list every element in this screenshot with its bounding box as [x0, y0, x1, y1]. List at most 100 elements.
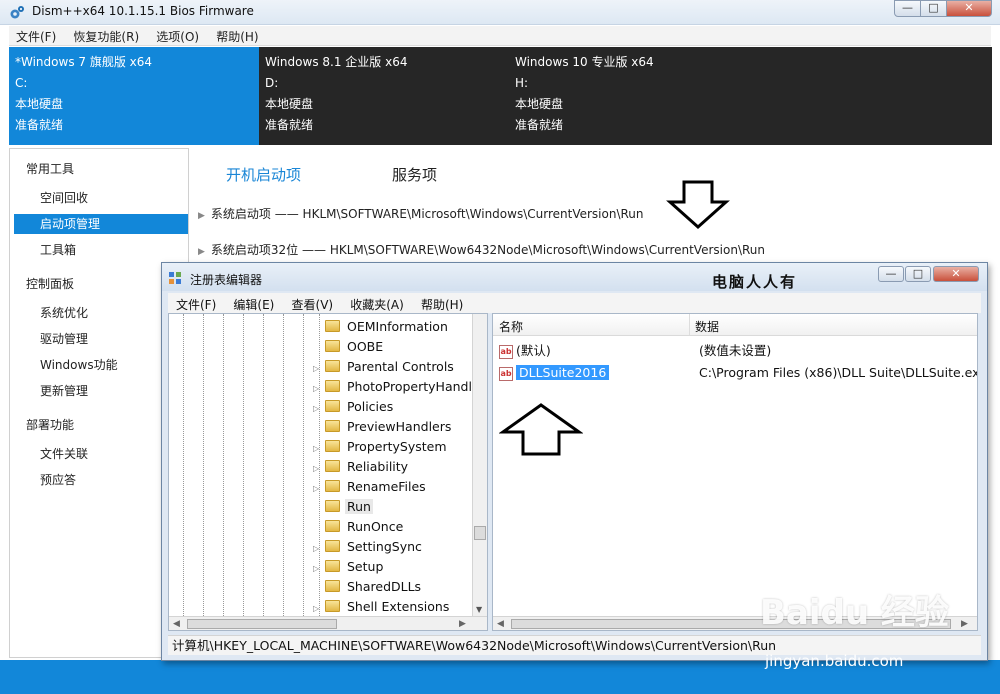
sidebar-item-toolbox[interactable]: 工具箱	[14, 240, 188, 260]
column-data[interactable]: 数据	[695, 318, 719, 335]
regedit-minimize-button[interactable]: —	[878, 266, 904, 282]
tree-horizontal-scrollbar[interactable]: ◀ ▶	[169, 616, 487, 630]
expand-icon[interactable]: ▷	[313, 439, 323, 459]
folder-icon	[325, 600, 340, 612]
os-entry-win10[interactable]: Windows 10 专业版 x64 H: 本地硬盘 准备就绪	[509, 47, 759, 145]
scroll-right-icon[interactable]: ▶	[459, 619, 466, 629]
expand-icon: ▶	[198, 247, 205, 257]
sidebar-item-space-cleanup[interactable]: 空间回收	[14, 188, 188, 208]
watermark-text: 电脑人人有	[712, 273, 798, 291]
expand-icon[interactable]: ▷	[313, 459, 323, 479]
os-drive: C:	[15, 76, 28, 90]
expand-icon[interactable]: ▷	[313, 399, 323, 419]
tree-node[interactable]: ▷ Shell Extensions	[313, 597, 451, 617]
tree-node-label: Parental Controls	[347, 359, 454, 374]
expand-icon[interactable]: ▷	[313, 539, 323, 559]
scroll-thumb[interactable]	[187, 619, 337, 629]
values-header: 名称 数据	[493, 314, 977, 336]
os-drive: H:	[515, 76, 529, 90]
os-drive: D:	[265, 76, 279, 90]
tree-node-label: PreviewHandlers	[347, 419, 452, 434]
os-name: Windows 10 专业版 x64	[515, 55, 654, 69]
tree-node-label: PhotoPropertyHandle	[347, 379, 480, 394]
menu-file[interactable]: 文件(F)	[9, 26, 62, 45]
scroll-right-icon[interactable]: ▶	[961, 619, 968, 629]
tree-node[interactable]: ▷ SettingSync	[313, 537, 424, 557]
folder-icon	[325, 560, 340, 572]
folder-icon	[325, 400, 340, 412]
value-row-selected[interactable]: ab DLLSuite2016	[499, 363, 611, 383]
tree-node-label: OOBE	[347, 339, 384, 354]
os-disk: 本地硬盘	[265, 97, 314, 111]
menu-restore[interactable]: 恢复功能(R)	[66, 26, 145, 45]
column-divider[interactable]	[689, 314, 690, 335]
folder-icon	[325, 540, 340, 552]
tree-guide	[183, 314, 184, 630]
tree-node[interactable]: ▷ RenameFiles	[313, 477, 428, 497]
regedit-menu-favorites[interactable]: 收藏夹(A)	[342, 293, 409, 313]
minimize-button[interactable]: —	[894, 0, 921, 17]
regedit-maximize-button[interactable]: □	[905, 266, 931, 282]
value-data: C:\Program Files (x86)\DLL Suite\DLLSuit…	[699, 365, 978, 380]
regedit-menu-file[interactable]: 文件(F)	[168, 293, 221, 313]
tree-node[interactable]: ▷ Policies	[313, 397, 395, 417]
run-entry[interactable]: ▶ 系统启动项 —— HKLM\SOFTWARE\Microsoft\Window…	[198, 205, 644, 222]
tree-node[interactable]: PreviewHandlers	[313, 417, 453, 437]
menu-help[interactable]: 帮助(H)	[209, 26, 264, 45]
regedit-menu-help[interactable]: 帮助(H)	[413, 293, 468, 313]
tree-node[interactable]: ▷ PhotoPropertyHandle	[313, 377, 482, 397]
os-entry-win81[interactable]: Windows 8.1 企业版 x64 D: 本地硬盘 准备就绪	[259, 47, 509, 145]
gears-icon	[10, 6, 24, 19]
expand-icon[interactable]: ▷	[313, 359, 323, 379]
tree-node-selected[interactable]: Run	[313, 497, 373, 517]
tree-node[interactable]: ▷ Setup	[313, 557, 385, 577]
tree-node[interactable]: RunOnce	[313, 517, 405, 537]
folder-icon	[325, 480, 340, 492]
regedit-menu-edit[interactable]: 编辑(E)	[225, 293, 279, 313]
scroll-left-icon[interactable]: ◀	[497, 619, 504, 629]
tree-guide	[283, 314, 284, 630]
tree-node[interactable]: SharedDLLs	[313, 577, 423, 597]
expand-icon[interactable]: ▷	[313, 559, 323, 579]
scroll-left-icon[interactable]: ◀	[173, 619, 180, 629]
folder-icon	[325, 440, 340, 452]
sidebar-group-common: 常用工具	[26, 162, 75, 176]
os-entry-win7[interactable]: *Windows 7 旗舰版 x64 C: 本地硬盘 准备就绪	[9, 47, 259, 145]
expand-icon: ▶	[198, 211, 205, 221]
run-entry[interactable]: ▶ 系统启动项32位 —— HKLM\SOFTWARE\Wow6432Node\M…	[198, 241, 765, 258]
tree-node[interactable]: OEMInformation	[313, 317, 450, 337]
tree-guide	[223, 314, 224, 630]
expand-icon[interactable]: ▷	[313, 479, 323, 499]
tree-node-label: PropertySystem	[347, 439, 447, 454]
regedit-close-button[interactable]: ✕	[933, 266, 979, 282]
tree-node[interactable]: ▷ Parental Controls	[313, 357, 456, 377]
scroll-thumb[interactable]	[474, 526, 486, 540]
regedit-menu-bar: 文件(F) 编辑(E) 查看(V) 收藏夹(A) 帮助(H)	[168, 293, 981, 313]
scroll-down-icon[interactable]: ▼	[476, 605, 482, 614]
run-entry-label: 系统启动项32位 —— HKLM\SOFTWARE\Wow6432Node\Mi…	[210, 243, 765, 257]
menu-options[interactable]: 选项(O)	[149, 26, 205, 45]
tree-node[interactable]: OOBE	[313, 337, 385, 357]
expand-icon[interactable]: ▷	[313, 379, 323, 399]
os-status: 准备就绪	[15, 118, 64, 132]
folder-icon	[325, 420, 340, 432]
value-row[interactable]: ab (默认)	[499, 341, 551, 361]
regedit-titlebar: 注册表编辑器 电脑人人有 — □ ✕	[162, 263, 987, 291]
tree-node[interactable]: ▷ Reliability	[313, 457, 410, 477]
folder-icon	[325, 460, 340, 472]
run-entry-label: 系统启动项 —— HKLM\SOFTWARE\Microsoft\Windows…	[210, 207, 644, 221]
string-value-icon: ab	[499, 366, 513, 381]
tab-startup[interactable]: 开机启动项	[226, 164, 301, 185]
column-name[interactable]: 名称	[499, 318, 523, 335]
tab-services[interactable]: 服务项	[392, 164, 437, 185]
close-button[interactable]: ✕	[946, 0, 992, 17]
baidu-watermark: Baidu 经验	[760, 593, 949, 633]
maximize-button[interactable]: □	[920, 0, 947, 17]
registry-tree: OEMInformation OOBE ▷ Parental Controls ▷…	[168, 313, 488, 631]
sidebar-group-deploy: 部署功能	[26, 418, 75, 432]
sidebar-item-startup[interactable]: 启动项管理	[14, 214, 188, 234]
tree-node-label: OEMInformation	[347, 319, 448, 334]
regedit-menu-view[interactable]: 查看(V)	[284, 293, 339, 313]
tree-node[interactable]: ▷ PropertySystem	[313, 437, 449, 457]
tree-vertical-scrollbar[interactable]: ▼	[472, 314, 487, 616]
